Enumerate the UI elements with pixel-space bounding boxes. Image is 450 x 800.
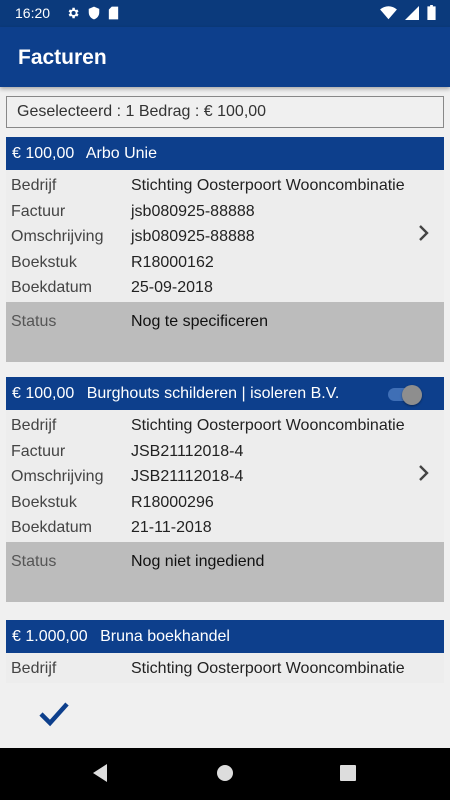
status-value: Nog te specificeren [131, 312, 268, 330]
invoice-supplier: Arbo Unie [85, 145, 157, 162]
invoice-details[interactable]: Bedrijf Stichting Oosterpoort Wooncombina… [6, 653, 444, 683]
status-system-icons [380, 5, 436, 20]
invoice-card-header[interactable]: € 100,00 Arbo Unie [6, 137, 444, 170]
factuur-label: Factuur [11, 442, 66, 460]
omschrijving-label: Omschrijving [11, 228, 104, 245]
boekdatum-value: 25-09-2018 [131, 279, 213, 296]
app-bar: Facturen [0, 27, 450, 87]
invoice-details[interactable]: Bedrijf Stichting Oosterpoort Wooncombina… [6, 410, 444, 542]
bottom-action-bar [0, 688, 450, 748]
omschrijving-value: jsb080925-88888 [131, 228, 255, 245]
home-icon[interactable] [216, 764, 234, 782]
recents-icon[interactable] [340, 765, 356, 781]
invoice-card-header[interactable]: € 1.000,00 Bruna boekhandel [6, 620, 444, 653]
bedrijf-label: Bedrijf [11, 417, 57, 434]
invoice-status: Status Nog niet ingediend [6, 541, 444, 602]
invoice-status: Status Nog te specificeren [6, 301, 444, 362]
invoice-card[interactable]: € 100,00 Burghouts schilderen | isoleren… [6, 377, 444, 602]
status-notification-icons [66, 6, 119, 20]
signal-icon [405, 5, 419, 20]
invoice-card[interactable]: € 1.000,00 Bruna boekhandel Bedrijf Stich… [6, 620, 444, 683]
invoice-details[interactable]: Bedrijf Stichting Oosterpoort Wooncombina… [6, 170, 444, 302]
boekstuk-value: R18000296 [131, 493, 214, 511]
boekstuk-label: Boekstuk [11, 253, 77, 271]
chevron-right-icon[interactable] [416, 465, 430, 481]
status-bar: 16:20 [0, 0, 450, 27]
invoice-list[interactable]: € 100,00 Arbo Unie Bedrijf Stichting Oost… [0, 137, 450, 688]
status-time: 16:20 [15, 5, 51, 21]
bedrijf-value: Stichting Oosterpoort Wooncombinatie [131, 660, 405, 677]
bedrijf-value: Stichting Oosterpoort Wooncombinatie [131, 177, 405, 194]
factuur-label: Factuur [11, 202, 66, 220]
boekdatum-label: Boekdatum [11, 279, 92, 296]
toggle-knob [402, 385, 422, 405]
invoice-supplier: Bruna boekhandel [100, 628, 230, 645]
factuur-value: JSB21112018-4 [131, 442, 244, 460]
shield-icon [88, 6, 100, 20]
checkmark-icon[interactable] [38, 700, 70, 728]
boekstuk-label: Boekstuk [11, 493, 77, 511]
sd-card-icon [108, 6, 119, 20]
omschrijving-label: Omschrijving [11, 468, 104, 485]
invoice-amount: € 1.000,00 [12, 628, 88, 645]
status-value: Nog niet ingediend [131, 552, 265, 570]
battery-icon [427, 5, 436, 20]
invoice-amount: € 100,00 [12, 145, 75, 162]
system-navigation-bar [0, 748, 450, 800]
omschrijving-value: JSB21112018-4 [131, 468, 244, 485]
invoice-card-header[interactable]: € 100,00 Burghouts schilderen | isoleren… [6, 377, 444, 410]
bedrijf-label: Bedrijf [11, 177, 57, 194]
bedrijf-value: Stichting Oosterpoort Wooncombinatie [131, 417, 405, 434]
back-icon[interactable] [91, 763, 109, 783]
bedrijf-label: Bedrijf [11, 660, 57, 677]
boekdatum-label: Boekdatum [11, 519, 92, 536]
factuur-value: jsb080925-88888 [131, 202, 255, 220]
page-title: Facturen [18, 46, 107, 69]
gear-icon [68, 7, 79, 19]
invoice-amount: € 100,00 [12, 385, 75, 402]
wifi-icon [380, 5, 397, 19]
selection-summary-text: Geselecteerd : 1 Bedrag : € 100,00 [17, 103, 267, 120]
boekdatum-value: 21-11-2018 [131, 519, 212, 536]
boekstuk-value: R18000162 [131, 253, 214, 271]
invoice-supplier: Burghouts schilderen | isoleren B.V. [86, 385, 340, 402]
status-label: Status [11, 312, 57, 330]
invoice-card[interactable]: € 100,00 Arbo Unie Bedrijf Stichting Oost… [6, 137, 444, 362]
selection-summary: Geselecteerd : 1 Bedrag : € 100,00 [6, 96, 444, 128]
select-invoice-toggle[interactable] [388, 385, 422, 405]
chevron-right-icon[interactable] [416, 225, 430, 241]
status-label: Status [11, 552, 57, 570]
